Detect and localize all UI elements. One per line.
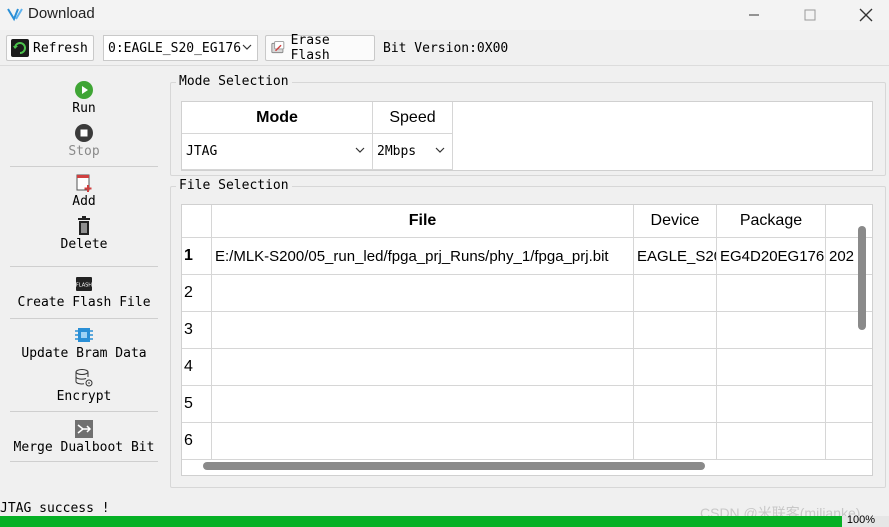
refresh-label: Refresh <box>33 40 88 56</box>
separator <box>10 461 158 462</box>
row-number: 4 <box>182 349 212 386</box>
mode-select[interactable]: JTAG <box>182 134 373 170</box>
file-column-header[interactable]: File <box>212 205 634 238</box>
table-row-file[interactable] <box>212 423 634 460</box>
vertical-scrollbar[interactable] <box>858 226 866 330</box>
run-button[interactable]: Run <box>10 80 158 116</box>
create-flash-file-label: Create Flash File <box>17 295 151 310</box>
separator <box>10 166 158 167</box>
add-button[interactable]: Add <box>10 173 158 209</box>
refresh-button[interactable]: Refresh <box>6 35 94 61</box>
maximize-button[interactable] <box>787 0 833 30</box>
table-row-device[interactable] <box>634 423 717 460</box>
speed-select-value: 2Mbps <box>377 144 417 159</box>
merge-dualboot-bit-label: Merge Dualboot Bit <box>13 440 155 455</box>
speed-select[interactable]: 2Mbps <box>373 134 453 170</box>
create-flash-file-button[interactable]: FLASH Create Flash File <box>10 274 158 310</box>
table-row-package[interactable] <box>717 275 826 312</box>
flash-chip-icon: FLASH <box>76 277 92 291</box>
table-row-package[interactable] <box>717 312 826 349</box>
toolbar: Refresh 0:EAGLE_S20_EG176 Erase Flash Bi… <box>0 30 889 66</box>
chevron-down-icon <box>242 44 252 50</box>
status-message: JTAG success ! <box>0 501 110 516</box>
add-label: Add <box>72 194 96 209</box>
close-icon <box>859 8 873 22</box>
separator <box>10 318 158 319</box>
erase-flash-label: Erase Flash <box>290 33 330 63</box>
encrypt-label: Encrypt <box>56 389 112 404</box>
table-row-package[interactable] <box>717 423 826 460</box>
trash-icon <box>78 216 90 235</box>
device-column-header[interactable]: Device <box>634 205 717 238</box>
row-number: 2 <box>182 275 212 312</box>
table-row-file[interactable] <box>212 386 634 423</box>
stop-button[interactable]: Stop <box>10 123 158 159</box>
minimize-icon <box>749 14 759 16</box>
bit-version: Bit Version:0X00 <box>383 41 509 56</box>
speed-header: Speed <box>373 102 453 134</box>
table-row-device[interactable] <box>634 275 717 312</box>
device-combo-value: 0:EAGLE_S20_EG176 <box>108 40 242 56</box>
erase-flash-button[interactable]: Erase Flash <box>265 33 375 63</box>
corner-header <box>182 205 212 238</box>
stop-icon <box>75 124 93 142</box>
encrypt-database-icon <box>75 369 93 387</box>
table-row-file[interactable] <box>212 312 634 349</box>
chevron-down-icon <box>355 147 365 153</box>
merge-icon <box>75 420 93 438</box>
minimize-button[interactable] <box>731 0 777 30</box>
table-row-file[interactable] <box>212 275 634 312</box>
progress-fill <box>0 516 842 527</box>
update-bram-data-label: Update Bram Data <box>21 346 147 361</box>
window-title: Download <box>28 5 95 22</box>
row-number: 1 <box>182 238 212 275</box>
maximize-icon <box>804 9 816 21</box>
mode-header: Mode <box>182 102 373 134</box>
file-selection-title: File Selection <box>176 178 292 193</box>
row-number: 6 <box>182 423 212 460</box>
table-row-file[interactable] <box>212 349 634 386</box>
package-column-header[interactable]: Package <box>717 205 826 238</box>
app-logo-icon <box>7 8 23 22</box>
play-icon <box>75 81 93 99</box>
file-table: File Device Package 1 E:/MLK-S200/05_run… <box>181 204 873 476</box>
table-row-device[interactable] <box>634 349 717 386</box>
table-row-file[interactable]: E:/MLK-S200/05_run_led/fpga_prj_Runs/phy… <box>212 238 634 275</box>
left-panel: Run Stop Add Delete FLASH Create Flash F… <box>0 66 165 496</box>
progress-label: 100% <box>846 514 875 526</box>
table-row-extra[interactable] <box>826 386 872 423</box>
merge-dualboot-bit-button[interactable]: Merge Dualboot Bit <box>10 419 158 455</box>
row-number: 5 <box>182 386 212 423</box>
table-row-extra[interactable] <box>826 423 872 460</box>
table-row-package[interactable] <box>717 386 826 423</box>
update-bram-data-button[interactable]: Update Bram Data <box>10 325 158 361</box>
table-row-device[interactable]: EAGLE_S20 <box>634 238 717 275</box>
table-row-package[interactable]: EG4D20EG176 <box>717 238 826 275</box>
add-file-icon <box>76 174 92 192</box>
table-row-extra[interactable] <box>826 349 872 386</box>
title-bar: Download <box>0 0 889 30</box>
delete-button[interactable]: Delete <box>10 216 158 252</box>
refresh-icon <box>11 39 29 57</box>
erase-flash-icon <box>271 41 285 54</box>
delete-label: Delete <box>60 237 108 252</box>
mode-table: Mode Speed JTAG 2Mbps <box>181 101 873 171</box>
stop-label: Stop <box>68 144 100 159</box>
table-row-device[interactable] <box>634 386 717 423</box>
horizontal-scrollbar[interactable] <box>203 462 705 470</box>
close-button[interactable] <box>843 0 889 30</box>
memory-chip-icon <box>75 328 93 342</box>
mode-selection-title: Mode Selection <box>176 74 292 89</box>
mode-select-value: JTAG <box>186 144 218 159</box>
table-row-device[interactable] <box>634 312 717 349</box>
row-number: 3 <box>182 312 212 349</box>
device-combo[interactable]: 0:EAGLE_S20_EG176 <box>103 35 258 61</box>
run-label: Run <box>72 101 96 116</box>
svg-text:FLASH: FLASH <box>76 283 92 289</box>
table-row-package[interactable] <box>717 349 826 386</box>
encrypt-button[interactable]: Encrypt <box>10 368 158 404</box>
chevron-down-icon <box>435 147 445 153</box>
separator <box>10 411 158 412</box>
separator <box>10 266 158 267</box>
